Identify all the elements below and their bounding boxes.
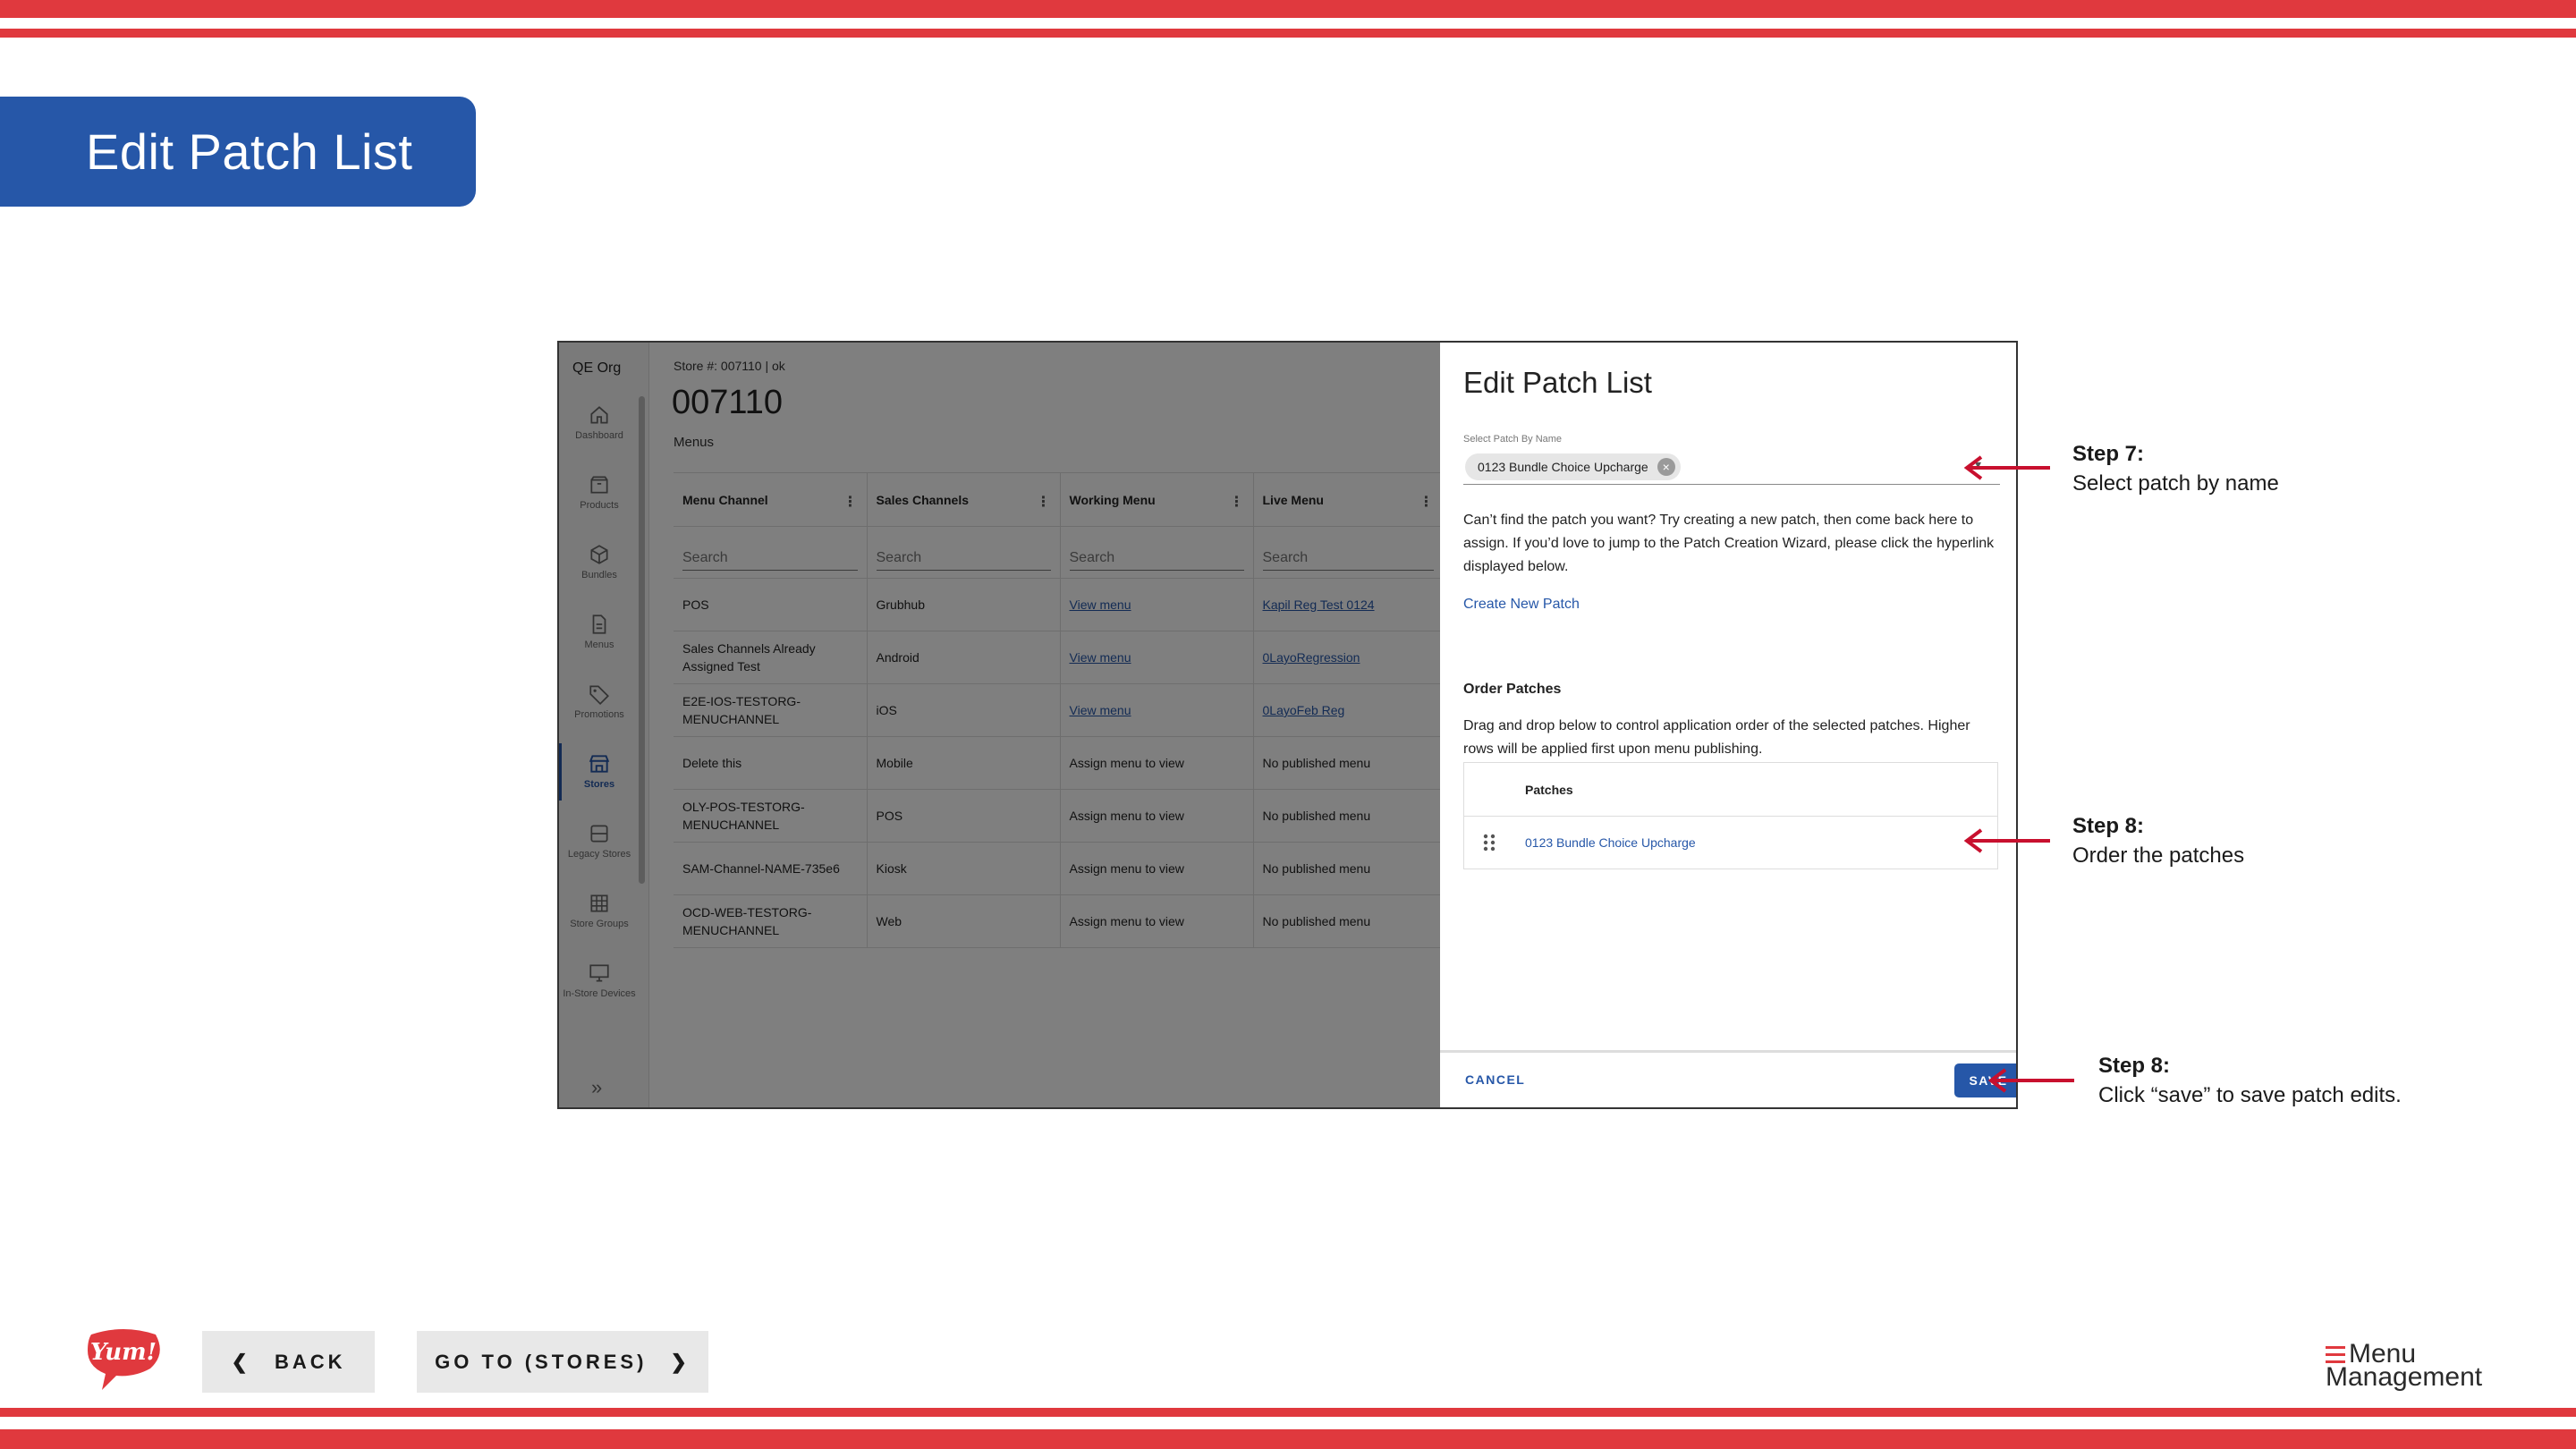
annotation-step-label: Step 8: xyxy=(2072,814,2145,838)
menu-management-logo: Menu Management xyxy=(2326,1339,2487,1393)
arrow-step8-order-icon xyxy=(1963,828,2050,853)
slide-title-banner: Edit Patch List xyxy=(0,97,476,207)
top-stripe-thick xyxy=(0,0,2576,18)
patches-table: Patches 0123 Bundle Choice Upcharge xyxy=(1463,762,1998,869)
select-patch-label: Select Patch By Name xyxy=(1463,434,1563,445)
order-patches-heading: Order Patches xyxy=(1463,682,1562,697)
back-button[interactable]: ❮ BACK xyxy=(202,1331,375,1393)
slide-title: Edit Patch List xyxy=(86,123,413,180)
remove-chip-icon[interactable]: × xyxy=(1657,458,1675,476)
go-to-label: GO TO (STORES) xyxy=(435,1350,648,1373)
order-help-text: Drag and drop below to control applicati… xyxy=(1463,718,1970,757)
app-background: QE Org Dashboard Products Bundles Menus xyxy=(559,343,1444,1107)
help-text: Can’t find the patch you want? Try creat… xyxy=(1463,513,1995,574)
yum-logo: Yum! xyxy=(88,1329,160,1390)
chevron-left-icon: ❮ xyxy=(231,1350,251,1373)
selected-patch-chip[interactable]: 0123 Bundle Choice Upcharge × xyxy=(1465,453,1681,480)
drawer-title: Edit Patch List xyxy=(1463,366,1652,399)
annotation-step-label: Step 8: xyxy=(2098,1054,2171,1078)
annotation-step8-save: Step 8: Click “save” to save patch edits… xyxy=(2098,1051,2402,1110)
annotation-step-label: Step 7: xyxy=(2072,442,2145,466)
app-screenshot: QE Org Dashboard Products Bundles Menus xyxy=(557,341,2018,1109)
annotation-step-text: Order the patches xyxy=(2072,843,2245,868)
footer-divider xyxy=(1440,1050,2016,1053)
annotation-step7: Step 7: Select patch by name xyxy=(2072,439,2279,498)
edit-patch-drawer: Edit Patch List Select Patch By Name 012… xyxy=(1440,343,2016,1107)
go-to-stores-button[interactable]: GO TO (STORES) ❯ xyxy=(417,1331,708,1393)
modal-overlay[interactable] xyxy=(559,343,1440,1107)
bottom-stripe-thin xyxy=(0,1408,2576,1417)
arrow-step7-icon xyxy=(1963,455,2050,480)
logo-text-management: Management xyxy=(2326,1362,2483,1392)
select-patch-field[interactable] xyxy=(1463,484,2000,485)
create-new-patch-link[interactable]: Create New Patch xyxy=(1463,597,1580,613)
cancel-button[interactable]: CANCEL xyxy=(1465,1072,1525,1087)
bottom-stripe-thick xyxy=(0,1429,2576,1449)
patches-header: Patches xyxy=(1464,763,1997,817)
top-stripe-thin xyxy=(0,29,2576,38)
yum-logo-text: Yum! xyxy=(90,1339,157,1366)
slide: Edit Patch List QE Org Dashboard Product… xyxy=(0,0,2576,1449)
annotation-step8-order: Step 8: Order the patches xyxy=(2072,811,2244,870)
back-label: BACK xyxy=(274,1350,346,1373)
chevron-right-icon: ❯ xyxy=(670,1350,691,1373)
chip-label: 0123 Bundle Choice Upcharge xyxy=(1478,460,1648,474)
patch-name: 0123 Bundle Choice Upcharge xyxy=(1525,835,1696,850)
arrow-step8-save-icon xyxy=(1987,1068,2074,1093)
drag-handle-icon[interactable] xyxy=(1482,833,1496,852)
patch-row[interactable]: 0123 Bundle Choice Upcharge xyxy=(1464,817,1997,869)
annotation-step-text: Select patch by name xyxy=(2072,471,2279,496)
annotation-step-text: Click “save” to save patch edits. xyxy=(2098,1083,2402,1107)
